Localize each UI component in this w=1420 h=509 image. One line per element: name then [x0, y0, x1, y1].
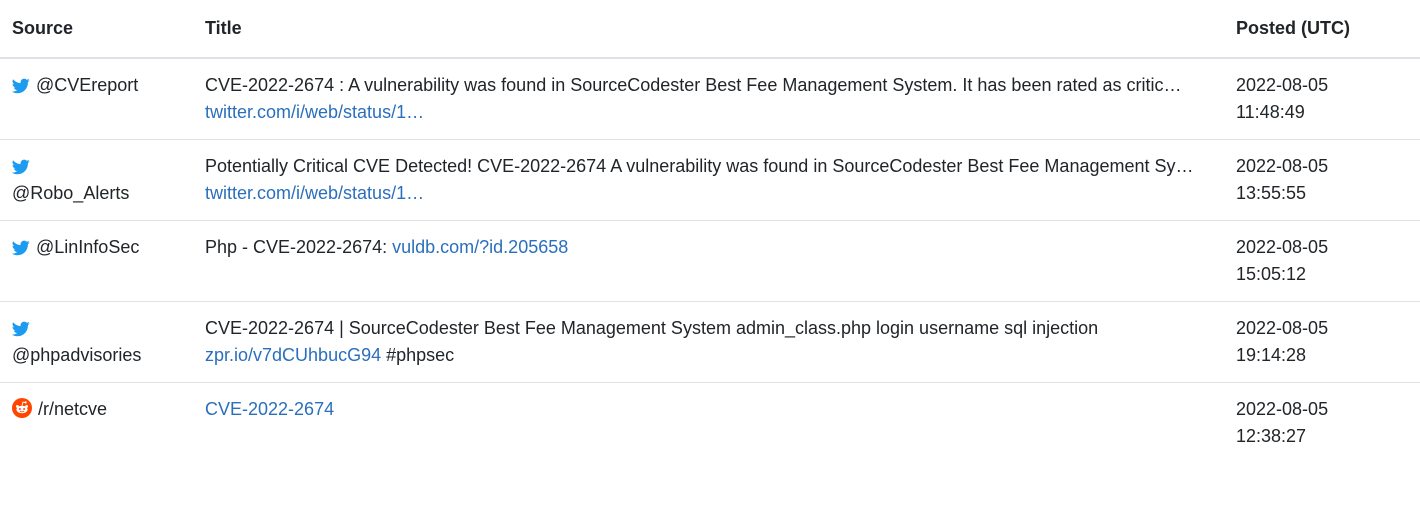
source-handle[interactable]: @phpadvisories	[12, 345, 141, 365]
posted-cell: 2022-08-05 15:05:12	[1222, 220, 1420, 302]
table-row: @CVEreport CVE-2022-2674 : A vulnerabili…	[0, 57, 1420, 140]
title-cell: CVE-2022-2674	[193, 382, 1222, 463]
posted-time: 15:05:12	[1236, 264, 1307, 284]
source-handle[interactable]: @CVEreport	[36, 75, 138, 95]
post-text: CVE-2022-2674 | SourceCodester Best Fee …	[205, 318, 1099, 338]
table-row: @Robo_Alerts Potentially Critical CVE De…	[0, 139, 1420, 221]
twitter-bird-icon	[12, 240, 30, 256]
posted-time: 19:14:28	[1236, 345, 1307, 365]
post-tail: #phpsec	[381, 345, 455, 365]
posted-date: 2022-08-05	[1236, 399, 1329, 419]
post-text: CVE-2022-2674 : A vulnerability was foun…	[205, 75, 1182, 95]
source-handle[interactable]: @LinInfoSec	[36, 237, 139, 257]
column-header-source[interactable]: Source	[0, 0, 193, 59]
twitter-bird-icon	[12, 321, 30, 337]
post-link[interactable]: twitter.com/i/web/status/1…	[205, 183, 424, 203]
post-text: Php - CVE-2022-2674:	[205, 237, 393, 257]
posted-time: 11:48:49	[1236, 102, 1305, 122]
title-cell: CVE-2022-2674 | SourceCodester Best Fee …	[193, 301, 1222, 383]
table-header-row: Source Title Posted (UTC)	[0, 0, 1420, 59]
post-link[interactable]: zpr.io/v7dCUhbucG94	[205, 345, 381, 365]
title-cell: Potentially Critical CVE Detected! CVE-2…	[193, 139, 1222, 221]
column-header-posted[interactable]: Posted (UTC)	[1222, 0, 1420, 59]
title-cell: Php - CVE-2022-2674: vuldb.com/?id.20565…	[193, 220, 1222, 302]
source-cell: @phpadvisories	[0, 301, 193, 383]
source-cell: @LinInfoSec	[0, 220, 193, 302]
reddit-alien-icon	[12, 398, 32, 418]
posted-cell: 2022-08-05 11:48:49	[1222, 57, 1420, 140]
twitter-bird-icon	[12, 159, 30, 175]
source-cell: /r/netcve	[0, 382, 193, 463]
posted-date: 2022-08-05	[1236, 237, 1329, 257]
source-handle[interactable]: @Robo_Alerts	[12, 183, 129, 203]
source-handle[interactable]: /r/netcve	[38, 399, 107, 419]
posted-date: 2022-08-05	[1236, 156, 1329, 176]
source-cell: @Robo_Alerts	[0, 139, 193, 221]
posted-cell: 2022-08-05 12:38:27	[1222, 382, 1420, 463]
posted-time: 12:38:27	[1236, 426, 1307, 446]
posted-cell: 2022-08-05 13:55:55	[1222, 139, 1420, 221]
posts-table: Source Title Posted (UTC) @CVEreport CVE…	[0, 0, 1420, 463]
twitter-bird-icon	[12, 78, 30, 94]
table-row: /r/netcve CVE-2022-2674 2022-08-05 12:38:…	[0, 382, 1420, 463]
post-link[interactable]: vuldb.com/?id.205658	[392, 237, 568, 257]
post-link[interactable]: twitter.com/i/web/status/1…	[205, 102, 424, 122]
posted-date: 2022-08-05	[1236, 318, 1329, 338]
table-row: @LinInfoSec Php - CVE-2022-2674: vuldb.c…	[0, 220, 1420, 302]
post-link[interactable]: CVE-2022-2674	[205, 399, 334, 419]
source-cell: @CVEreport	[0, 57, 193, 140]
posted-date: 2022-08-05	[1236, 75, 1329, 95]
posted-cell: 2022-08-05 19:14:28	[1222, 301, 1420, 383]
post-text: Potentially Critical CVE Detected! CVE-2…	[205, 156, 1194, 176]
table-row: @phpadvisories CVE-2022-2674 | SourceCod…	[0, 301, 1420, 383]
posted-time: 13:55:55	[1236, 183, 1307, 203]
column-header-title[interactable]: Title	[193, 0, 1222, 59]
title-cell: CVE-2022-2674 : A vulnerability was foun…	[193, 57, 1222, 140]
